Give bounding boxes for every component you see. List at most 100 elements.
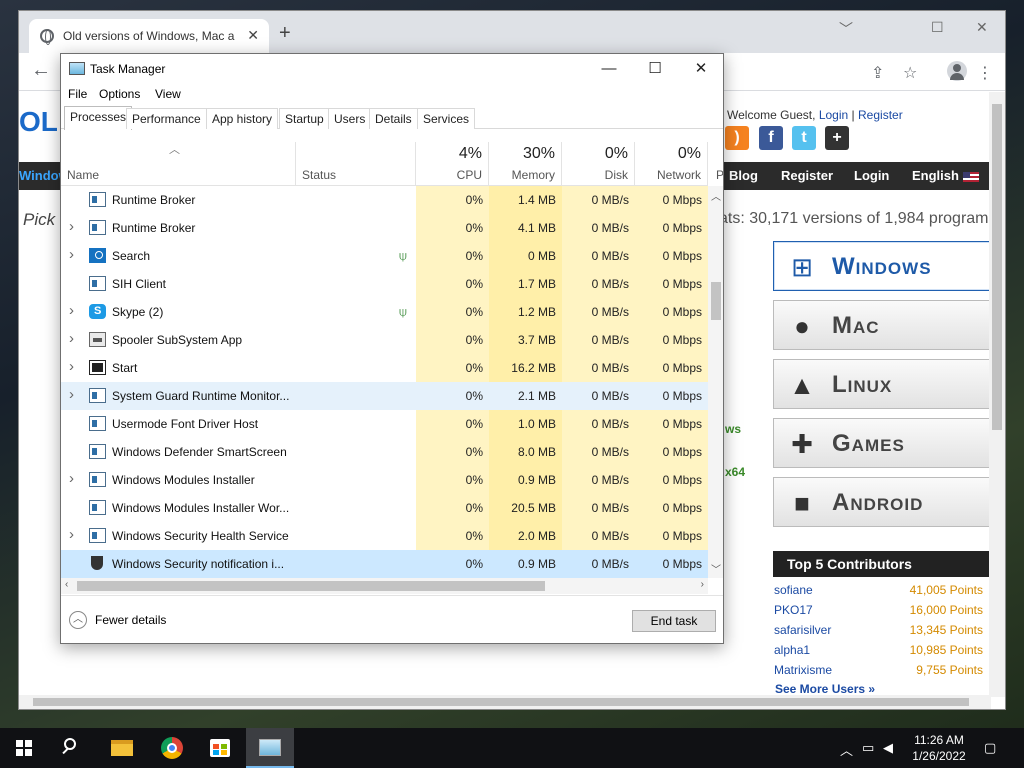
process-row[interactable]: › Skype (2) ⍦ 0% 1.2 MB 0 MB/s 0 Mbps [61, 298, 708, 326]
task-manager-titlebar[interactable]: Task Manager — ☐ ✕ [61, 54, 723, 84]
page-vertical-scrollbar[interactable] [989, 92, 1005, 697]
expand-chevron-icon[interactable]: › [69, 218, 74, 235]
rss-icon[interactable]: ) [725, 126, 749, 150]
see-more-users-link[interactable]: See More Users » [775, 682, 875, 696]
process-row[interactable]: Runtime Broker 0% 1.4 MB 0 MB/s 0 Mbps [61, 186, 708, 214]
close-window-button[interactable]: ✕ [976, 19, 988, 36]
nav-login[interactable]: Login [854, 168, 889, 183]
process-row[interactable]: SIH Client 0% 1.7 MB 0 MB/s 0 Mbps [61, 270, 708, 298]
store-button[interactable] [196, 728, 244, 768]
tab-services[interactable]: Services [417, 108, 476, 129]
scrollbar-thumb[interactable] [33, 698, 969, 706]
nav-language[interactable]: English [912, 168, 979, 183]
scroll-left-icon[interactable]: ‹ [65, 579, 68, 590]
process-row[interactable]: Windows Security notification i... 0% 0.9 … [61, 550, 708, 578]
tab-app-history[interactable]: App history [206, 108, 279, 129]
share-icon[interactable]: ⇪ [871, 63, 884, 83]
contributor-name[interactable]: sofiane [774, 583, 813, 597]
expand-chevron-icon[interactable]: › [69, 386, 74, 403]
expand-chevron-icon[interactable]: › [69, 358, 74, 375]
scrollbar-thumb[interactable] [992, 104, 1002, 430]
contributor-name[interactable]: PKO17 [774, 603, 813, 617]
process-row[interactable]: › Runtime Broker 0% 4.1 MB 0 MB/s 0 Mbps [61, 214, 708, 242]
menu-view[interactable]: View [155, 87, 181, 101]
register-link[interactable]: Register [858, 108, 903, 122]
network-icon[interactable]: ▭ [862, 740, 874, 756]
expand-chevron-icon[interactable]: › [69, 470, 74, 487]
column-header-cpu[interactable]: 4% CPU [416, 142, 489, 186]
process-row[interactable]: Windows Modules Installer Wor... 0% 20.5 M… [61, 494, 708, 522]
tab-performance[interactable]: Performance [126, 108, 207, 129]
os-button-games[interactable]: ✚ Games [773, 418, 991, 468]
column-header-disk[interactable]: 0% Disk [562, 142, 635, 186]
bookmark-star-icon[interactable]: ☆ [903, 63, 917, 83]
column-header-status[interactable]: Status [296, 142, 416, 186]
notifications-icon[interactable]: ▢ [984, 740, 996, 756]
column-header-memory[interactable]: 30% Memory [489, 142, 562, 186]
process-list-horizontal-scrollbar[interactable]: ‹ › [61, 578, 708, 594]
file-explorer-button[interactable] [98, 728, 146, 768]
process-row[interactable]: › Search ⍦ 0% 0 MB 0 MB/s 0 Mbps [61, 242, 708, 270]
login-link[interactable]: Login [819, 108, 848, 122]
scrollbar-thumb[interactable] [711, 282, 721, 320]
chevron-up-icon[interactable]: ︿ [69, 611, 87, 629]
tab-startup[interactable]: Startup [279, 108, 330, 129]
expand-chevron-icon[interactable]: › [69, 330, 74, 347]
os-button-android[interactable]: ■ Android [773, 477, 991, 527]
tab-details[interactable]: Details [369, 108, 418, 129]
new-tab-button[interactable]: + [279, 23, 291, 43]
tab-search-icon[interactable]: ﹀ [839, 19, 853, 39]
process-row[interactable]: › Windows Security Health Service 0% 2.0 MB… [61, 522, 708, 550]
show-hidden-icons-icon[interactable]: ︿ [840, 740, 853, 759]
page-horizontal-scrollbar[interactable] [19, 695, 991, 709]
expand-chevron-icon[interactable]: › [69, 302, 74, 319]
scroll-up-icon[interactable]: ︿ [711, 188, 721, 203]
os-button-linux[interactable]: ▲ Linux [773, 359, 991, 409]
restore-window-button[interactable]: ☐ [931, 19, 944, 36]
menu-icon[interactable]: ⋮ [977, 63, 993, 83]
facebook-icon[interactable]: f [759, 126, 783, 150]
side-link-fragment[interactable]: ws [725, 422, 741, 436]
profile-avatar[interactable] [947, 61, 967, 81]
back-icon[interactable]: ← [31, 59, 51, 82]
nav-blog[interactable]: Blog [729, 168, 758, 183]
contributor-name[interactable]: alpha1 [774, 643, 810, 657]
os-button-windows[interactable]: ⊞ Windows [773, 241, 991, 291]
column-header-network[interactable]: 0% Network [635, 142, 708, 186]
contributor-name[interactable]: safarisilver [774, 623, 831, 637]
close-button[interactable]: ✕ [681, 57, 721, 81]
tab-users[interactable]: Users [328, 108, 372, 129]
fewer-details-link[interactable]: Fewer details [95, 613, 166, 627]
taskbar-clock[interactable]: 11:26 AM 1/26/2022 [904, 732, 974, 764]
browser-tab[interactable]: Old versions of Windows, Mac a ✕ [29, 19, 269, 53]
plus-icon[interactable]: + [825, 126, 849, 150]
process-row[interactable]: › Windows Modules Installer 0% 0.9 MB 0 MB/s… [61, 466, 708, 494]
twitter-icon[interactable]: t [792, 126, 816, 150]
process-row[interactable]: › Start 0% 16.2 MB 0 MB/s 0 Mbps [61, 354, 708, 382]
maximize-button[interactable]: ☐ [635, 57, 675, 81]
scroll-right-icon[interactable]: › [701, 579, 704, 590]
side-link-fragment[interactable]: x64 [725, 465, 745, 479]
menu-file[interactable]: File [68, 87, 87, 101]
end-task-button[interactable]: End task [632, 610, 716, 632]
start-button[interactable] [0, 728, 48, 768]
menu-options[interactable]: Options [99, 87, 140, 101]
tab-processes[interactable]: Processes [64, 106, 133, 130]
search-button[interactable] [48, 728, 96, 768]
nav-register[interactable]: Register [781, 168, 833, 183]
scroll-down-icon[interactable]: ﹀ [711, 561, 721, 576]
site-logo[interactable]: OL [19, 106, 58, 138]
column-header-power[interactable]: P [708, 142, 723, 186]
chrome-button[interactable] [148, 728, 196, 768]
contributor-name[interactable]: Matrixisme [774, 663, 832, 677]
process-list-vertical-scrollbar[interactable]: ︿ ﹀ [708, 186, 723, 578]
expand-chevron-icon[interactable]: › [69, 246, 74, 263]
os-button-mac[interactable]: ● Mac [773, 300, 991, 350]
volume-muted-icon[interactable]: ◀ [883, 740, 893, 756]
tab-close-icon[interactable]: ✕ [247, 27, 259, 44]
minimize-button[interactable]: — [589, 57, 629, 81]
process-row[interactable]: Windows Defender SmartScreen 0% 8.0 MB 0 MB… [61, 438, 708, 466]
process-row[interactable]: Usermode Font Driver Host 0% 1.0 MB 0 MB/s 0… [61, 410, 708, 438]
scrollbar-thumb[interactable] [77, 581, 545, 591]
column-header-name[interactable]: ︿ Name [61, 142, 296, 186]
